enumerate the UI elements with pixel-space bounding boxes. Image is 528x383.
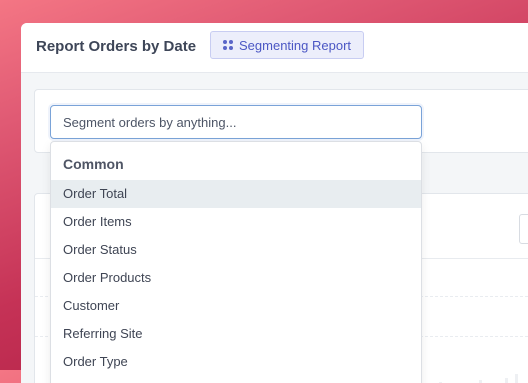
dropdown-group-heading: Common	[63, 156, 124, 172]
dropdown-item-order-total[interactable]: Order Total	[51, 180, 421, 208]
header-bar: Report Orders by Date Segmenting Report	[21, 23, 528, 73]
page-title: Report Orders by Date	[36, 38, 197, 55]
chart-bar	[505, 378, 508, 383]
dropdown-item-customer[interactable]: Customer	[51, 292, 421, 320]
report-control[interactable]	[519, 214, 528, 244]
segment-dropdown: Common Order Total Order Items Order Sta…	[50, 141, 422, 383]
segmenting-report-button[interactable]: Segmenting Report	[210, 31, 365, 59]
dropdown-item-order-type[interactable]: Order Type	[51, 348, 421, 376]
dropdown-list: Order Total Order Items Order Status Ord…	[51, 180, 421, 376]
segment-search-input[interactable]	[50, 105, 422, 139]
dropdown-item-order-status[interactable]: Order Status	[51, 236, 421, 264]
dropdown-item-order-items[interactable]: Order Items	[51, 208, 421, 236]
dropdown-item-referring-site[interactable]: Referring Site	[51, 320, 421, 348]
chart-bar	[515, 374, 518, 383]
segmenting-report-label: Segmenting Report	[239, 37, 352, 53]
dropdown-item-order-products[interactable]: Order Products	[51, 264, 421, 292]
segment-dots-icon	[223, 40, 233, 50]
app-window: Report Orders by Date Segmenting Report …	[21, 23, 528, 383]
